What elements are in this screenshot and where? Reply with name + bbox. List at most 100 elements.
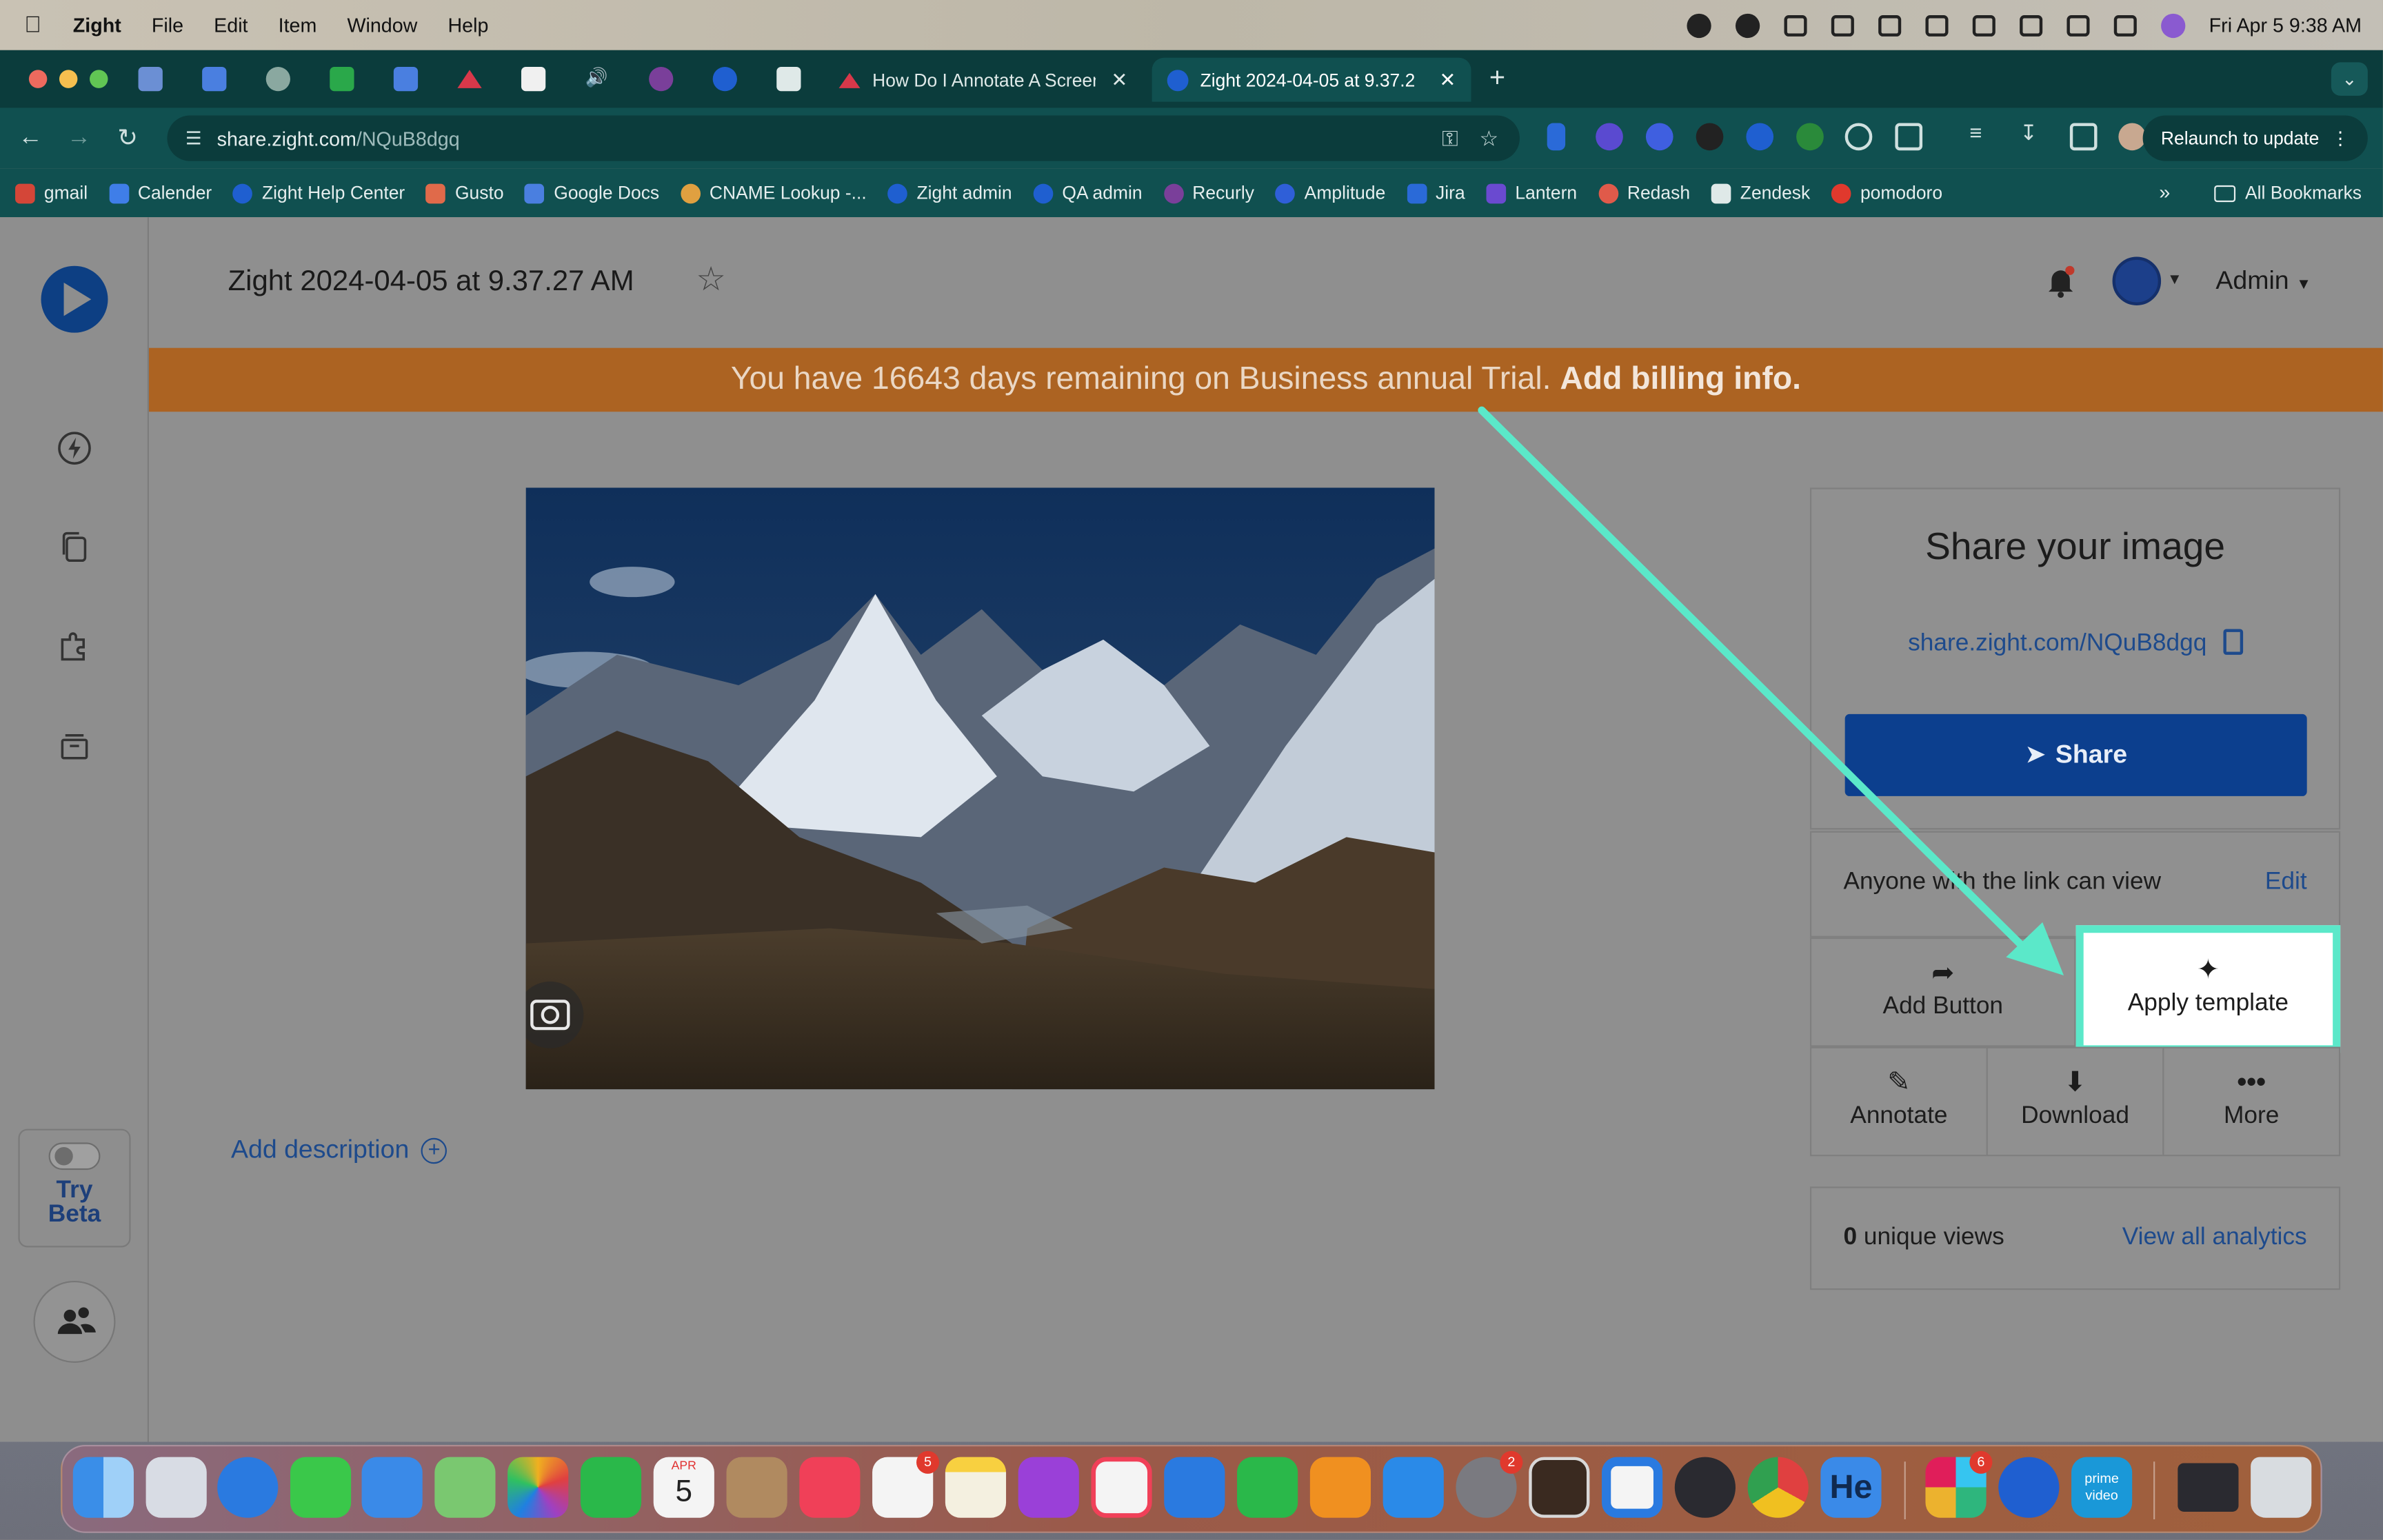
share-link-text[interactable]: share.zight.com/NQuB8dgq: [1908, 631, 2206, 656]
maps-icon[interactable]: [434, 1457, 496, 1518]
view-all-analytics-link[interactable]: View all analytics: [2122, 1224, 2307, 1252]
keynote-icon[interactable]: [1164, 1457, 1225, 1518]
integrations-puzzle-icon[interactable]: [57, 627, 93, 664]
tray-grammarly-icon[interactable]: [1686, 12, 1711, 37]
chrome-icon[interactable]: [1747, 1457, 1809, 1518]
vscode-icon[interactable]: [1602, 1457, 1663, 1518]
tray-clock-icon[interactable]: [1783, 14, 1807, 36]
menu-help[interactable]: Help: [448, 14, 488, 37]
close-window-icon[interactable]: [28, 70, 48, 88]
spotlight-search-icon[interactable]: [2066, 14, 2089, 36]
bookmark-cname-lookup[interactable]: CNAME Lookup -...: [681, 182, 867, 203]
zight-dock-icon[interactable]: [1998, 1457, 2060, 1518]
pinned-tab-sheets-icon[interactable]: [330, 66, 354, 92]
pinned-tab-loom-icon[interactable]: [776, 66, 801, 92]
siri-icon[interactable]: [2160, 12, 2185, 37]
bookmark-zight-help[interactable]: Zight Help Center: [233, 182, 405, 203]
tray-screenshot-icon[interactable]: [1830, 14, 1853, 36]
safari-icon[interactable]: [217, 1457, 279, 1518]
menu-file[interactable]: File: [152, 14, 183, 37]
new-tab-button[interactable]: +: [1489, 62, 1505, 94]
password-key-icon[interactable]: ⚿: [1442, 125, 1458, 151]
bookmark-zendesk[interactable]: Zendesk: [1711, 182, 1810, 203]
edit-permission-link[interactable]: Edit: [2265, 869, 2307, 897]
bookmark-google-docs[interactable]: Google Docs: [525, 182, 659, 203]
mail-icon[interactable]: [361, 1457, 423, 1518]
control-center-icon[interactable]: [2113, 14, 2136, 36]
pinned-tab-audio-icon[interactable]: 🔊: [585, 67, 610, 91]
trash-icon[interactable]: [2251, 1457, 2312, 1518]
back-arrow-icon[interactable]: ←: [6, 125, 55, 152]
archive-box-icon[interactable]: [57, 728, 93, 764]
extension-green-icon[interactable]: [1796, 123, 1824, 151]
bookmark-lantern[interactable]: Lantern: [1486, 182, 1577, 203]
recent-window-thumbnail[interactable]: [2178, 1463, 2239, 1512]
extension-shield-icon[interactable]: [1547, 123, 1566, 151]
bookmark-pomodoro[interactable]: pomodoro: [1831, 182, 1942, 203]
more-action[interactable]: ••• More: [2162, 1046, 2341, 1157]
tray-zight-icon[interactable]: [1735, 12, 1760, 37]
reminders-icon[interactable]: 5: [872, 1450, 940, 1518]
tab-zight-share[interactable]: Zight 2024-04-05 at 9.37.2 ✕: [1152, 57, 1471, 102]
share-link[interactable]: share.zight.com/NQuB8dgq: [1811, 629, 2339, 658]
bookmark-gusto[interactable]: Gusto: [426, 182, 504, 203]
notes-icon[interactable]: [945, 1457, 1007, 1518]
download-icon[interactable]: ↧: [2020, 120, 2047, 148]
battery-icon[interactable]: [2019, 14, 2042, 36]
hemingway-icon[interactable]: He: [1820, 1457, 1882, 1518]
site-settings-icon[interactable]: ☰: [185, 128, 202, 149]
apple-menu-icon[interactable]: : [24, 12, 52, 38]
more-bookmarks-chevron-icon[interactable]: »: [2159, 181, 2170, 203]
avatar-chevron-down-icon[interactable]: ▼: [2167, 272, 2182, 289]
annotate-action[interactable]: ✎ Annotate: [1809, 1046, 1988, 1157]
pinned-tab-recurly-icon[interactable]: [649, 66, 674, 92]
download-action[interactable]: ⬇ Download: [1986, 1046, 2164, 1157]
photos-icon[interactable]: [507, 1457, 569, 1518]
menubar-clock[interactable]: Fri Apr 5 9:38 AM: [2209, 14, 2362, 37]
media-queue-icon[interactable]: ≡: [1969, 120, 1997, 148]
notification-bell-icon[interactable]: [2042, 263, 2079, 299]
extensions-puzzle-icon[interactable]: [1895, 123, 1923, 151]
user-avatar[interactable]: [2112, 256, 2162, 306]
music-icon[interactable]: [799, 1457, 861, 1518]
slack-icon[interactable]: 6: [1925, 1450, 1993, 1518]
messages-icon[interactable]: [290, 1457, 352, 1518]
bookmark-recurly[interactable]: Recurly: [1163, 182, 1254, 203]
extension-dark-icon[interactable]: [1696, 123, 1724, 151]
relaunch-to-update-button[interactable]: Relaunch to update ⋮: [2142, 115, 2368, 161]
bookmark-amplitude[interactable]: Amplitude: [1275, 182, 1385, 203]
page-title[interactable]: Zight 2024-04-05 at 9.37.27 AM: [228, 266, 634, 299]
pinned-tab-icon[interactable]: [138, 66, 163, 92]
side-panel-icon[interactable]: [2069, 123, 2098, 151]
lightning-icon[interactable]: [57, 430, 93, 467]
share-button[interactable]: ➤ Share: [1844, 713, 2307, 796]
pinned-tab-chatgpt-icon[interactable]: [265, 66, 290, 92]
bookmark-qa-admin[interactable]: QA admin: [1033, 182, 1143, 203]
forward-arrow-icon[interactable]: →: [54, 125, 103, 152]
address-bar[interactable]: ☰ share.zight.com/NQuB8dgq ⚿ ☆: [167, 115, 1520, 161]
photo-booth-icon[interactable]: [1529, 1457, 1590, 1518]
shared-image-mountains[interactable]: [525, 487, 1435, 1090]
pinned-tab-zight-icon[interactable]: [712, 66, 737, 92]
apply-template-action[interactable]: ✦ Apply template: [2075, 925, 2341, 1053]
finder-icon[interactable]: [72, 1457, 134, 1518]
bookmark-star-icon[interactable]: ☆: [1479, 125, 1498, 151]
facetime-icon[interactable]: [580, 1457, 642, 1518]
extension-zoominfo-icon[interactable]: [1645, 123, 1673, 151]
bookmark-calender[interactable]: Calender: [108, 182, 212, 203]
app-store-icon[interactable]: [1382, 1457, 1444, 1518]
all-bookmarks-button[interactable]: All Bookmarks: [2214, 169, 2362, 218]
close-tab-icon[interactable]: ✕: [1111, 68, 1127, 92]
beta-toggle-switch[interactable]: [48, 1142, 101, 1171]
menu-window[interactable]: Window: [347, 14, 417, 37]
close-tab-icon[interactable]: ✕: [1439, 68, 1456, 92]
prime-video-icon[interactable]: prime video: [2071, 1457, 2133, 1518]
favorite-star-icon[interactable]: ☆: [696, 260, 725, 299]
minimize-window-icon[interactable]: [59, 70, 78, 88]
extension-purple-icon[interactable]: [1596, 123, 1623, 151]
team-people-button[interactable]: [33, 1280, 116, 1363]
pinned-tab-triangle-icon[interactable]: [457, 70, 482, 88]
menu-app[interactable]: Zight: [73, 14, 121, 37]
bookmark-redash[interactable]: Redash: [1598, 182, 1690, 203]
quicktime-icon[interactable]: [1674, 1457, 1736, 1518]
